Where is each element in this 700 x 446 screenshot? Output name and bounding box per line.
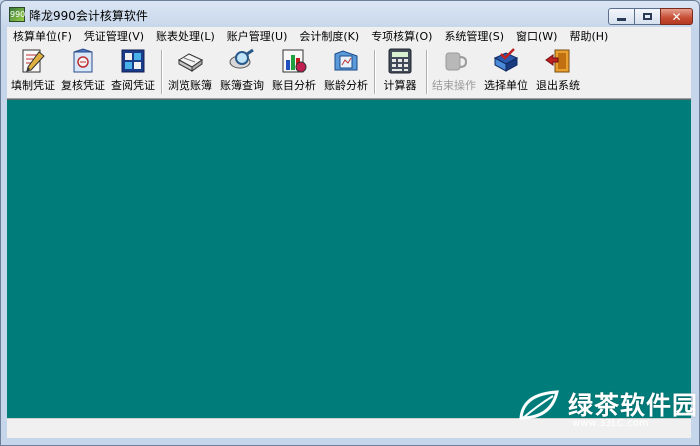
pen-document-icon <box>19 48 47 74</box>
close-button[interactable]: ✕ <box>660 8 693 25</box>
account-analysis-button[interactable]: 账目分析 <box>269 48 319 96</box>
menu-special-accounting[interactable]: 专项核算(O) <box>365 27 438 46</box>
calculator-button[interactable]: 计算器 <box>378 48 422 96</box>
app-logo-icon[interactable]: 990 <box>9 7 25 22</box>
browse-ledger-label: 浏览账簿 <box>168 79 212 92</box>
watermark-url: www.33LC.com <box>572 418 649 429</box>
review-voucher-label: 复核凭证 <box>61 79 105 92</box>
open-book-icon <box>176 48 204 74</box>
cup-icon <box>440 48 468 74</box>
ledger-query-button[interactable]: 账簿查询 <box>217 48 267 96</box>
maximize-icon <box>643 13 652 20</box>
exit-system-button[interactable]: 退出系统 <box>533 48 583 96</box>
menu-help[interactable]: 帮助(H) <box>563 27 614 46</box>
menu-bar: 核算单位(F) 凭证管理(V) 账表处理(L) 账户管理(U) 会计制度(K) … <box>7 27 691 46</box>
ledger-query-label: 账簿查询 <box>220 79 264 92</box>
calculator-icon <box>386 48 414 74</box>
minimize-icon <box>617 17 626 21</box>
menu-system-management[interactable]: 系统管理(S) <box>438 27 510 46</box>
toolbar-separator <box>426 50 428 94</box>
menu-accounting-system[interactable]: 会计制度(K) <box>293 27 365 46</box>
close-icon: ✕ <box>671 9 682 24</box>
book-check-icon <box>492 48 520 74</box>
menu-account-management[interactable]: 账户管理(U) <box>221 27 294 46</box>
exit-system-label: 退出系统 <box>536 79 580 92</box>
fill-voucher-label: 填制凭证 <box>11 79 55 92</box>
exit-door-icon <box>544 48 572 74</box>
menu-window[interactable]: 窗口(W) <box>510 27 563 46</box>
browse-ledger-button[interactable]: 浏览账簿 <box>165 48 215 96</box>
fill-voucher-button[interactable]: 填制凭证 <box>9 48 57 96</box>
watermark-leaf-icon <box>517 388 565 424</box>
folder-document-icon <box>332 48 360 74</box>
window-title: 降龙990会计核算软件 <box>29 9 148 23</box>
menu-ledger-processing[interactable]: 账表处理(L) <box>150 27 221 46</box>
minimize-button[interactable] <box>608 8 635 25</box>
aging-analysis-button[interactable]: 账龄分析 <box>321 48 371 96</box>
menu-voucher-management[interactable]: 凭证管理(V) <box>78 27 150 46</box>
stamp-document-icon <box>69 48 97 74</box>
end-operation-button[interactable]: 结束操作 <box>429 48 479 96</box>
menu-accounting-unit[interactable]: 核算单位(F) <box>7 27 78 46</box>
query-voucher-label: 查阅凭证 <box>111 79 155 92</box>
toolbar: 填制凭证 复核凭证 查阅凭证 浏览账簿 账簿查询 账目分析 账龄分析 计算器 结… <box>7 46 691 99</box>
query-voucher-button[interactable]: 查阅凭证 <box>109 48 157 96</box>
end-operation-label: 结束操作 <box>432 79 476 92</box>
aging-analysis-label: 账龄分析 <box>324 79 368 92</box>
mdi-client-area[interactable] <box>7 99 691 418</box>
maximize-button[interactable] <box>634 8 661 25</box>
toolbar-separator <box>161 50 163 94</box>
account-analysis-label: 账目分析 <box>272 79 316 92</box>
watermark-text: 绿茶软件园 <box>568 391 699 420</box>
review-voucher-button[interactable]: 复核凭证 <box>59 48 107 96</box>
select-unit-label: 选择单位 <box>484 79 528 92</box>
magnifier-icon <box>228 48 256 74</box>
title-bar[interactable]: 990 降龙990会计核算软件 ✕ <box>1 1 699 28</box>
select-unit-button[interactable]: 选择单位 <box>481 48 531 96</box>
document-grid-icon <box>119 48 147 74</box>
calculator-label: 计算器 <box>383 79 417 92</box>
toolbar-separator <box>374 50 376 94</box>
bar-chart-icon <box>280 48 308 74</box>
